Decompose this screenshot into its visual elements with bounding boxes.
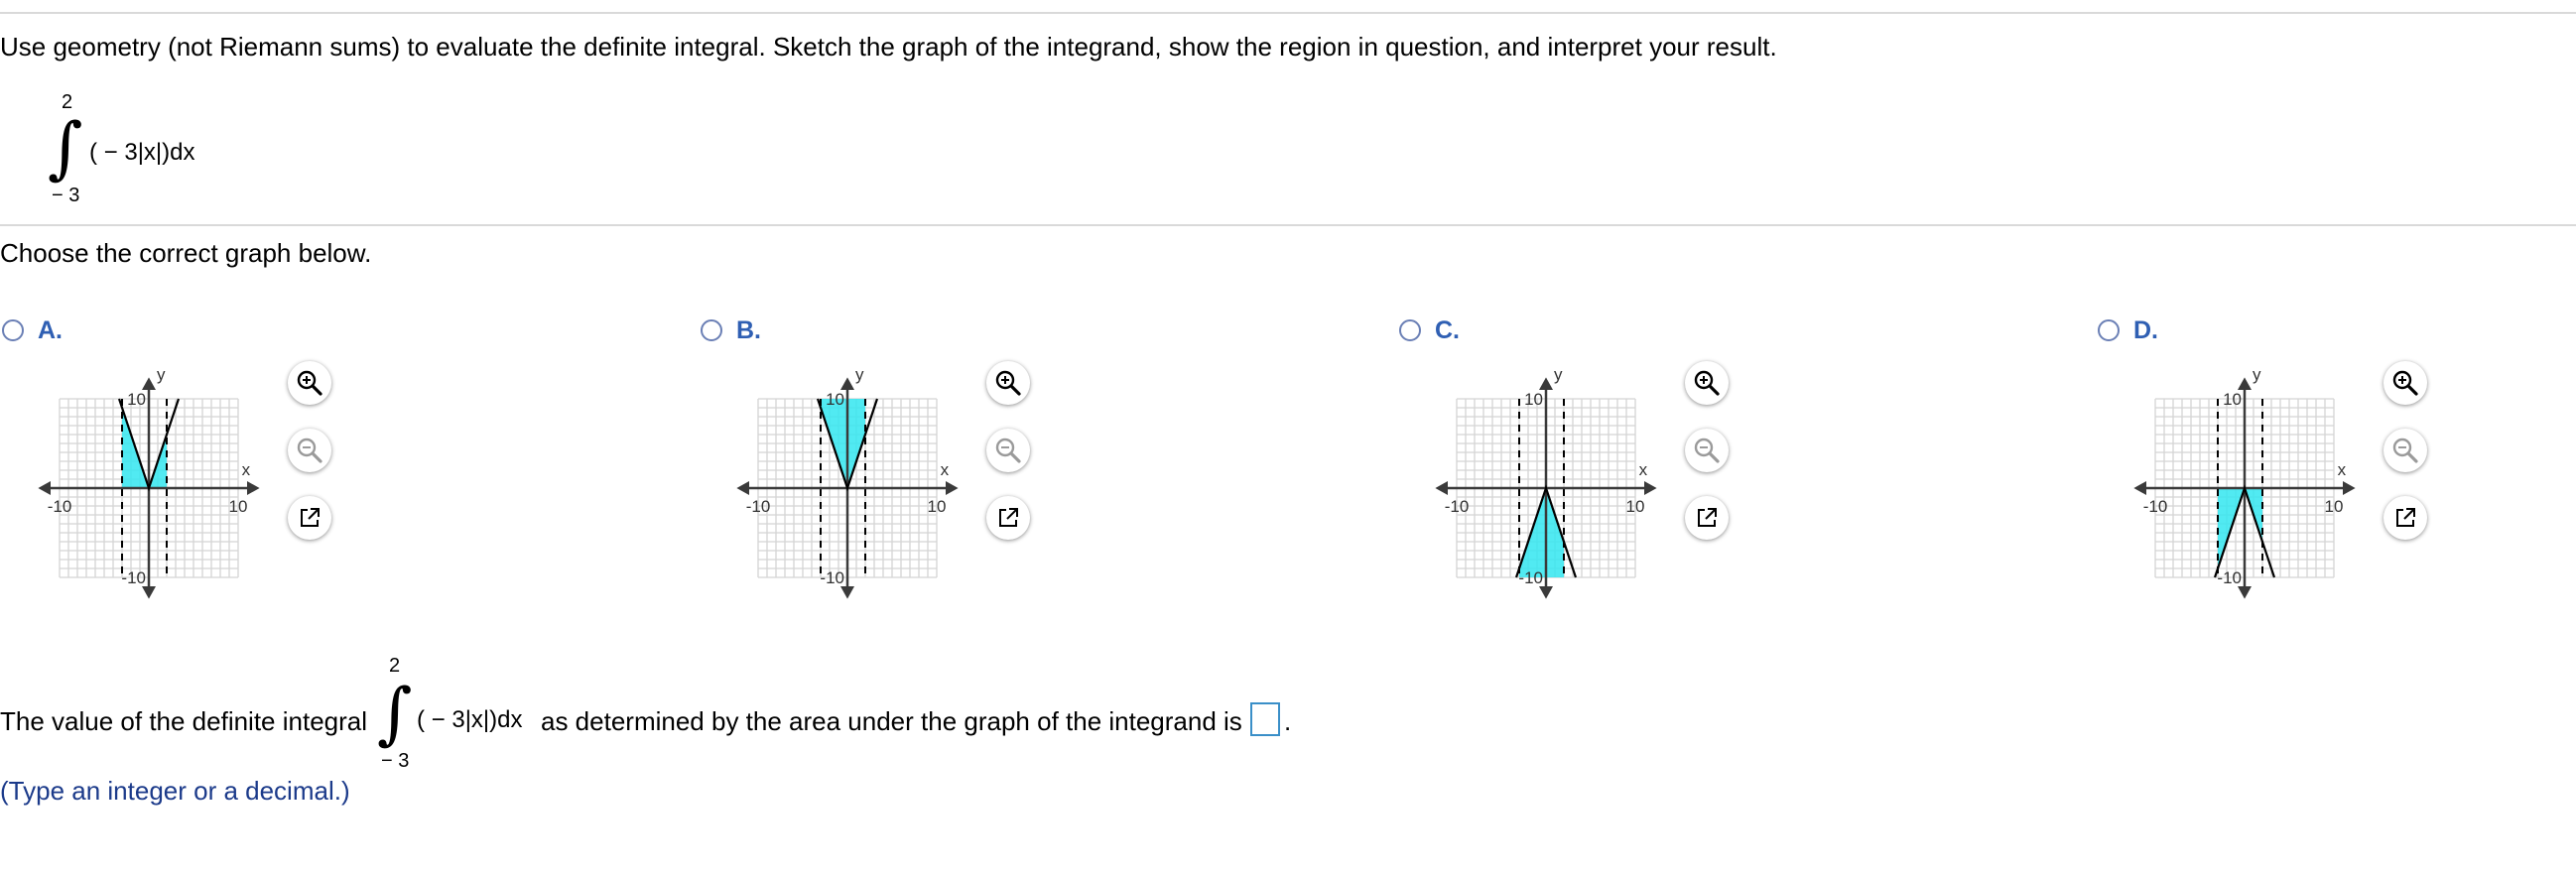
answer-integral-lower-limit: − 3: [381, 750, 410, 772]
zoom-out-button-d[interactable]: [2383, 429, 2427, 472]
option-label-c: C.: [1435, 315, 1460, 344]
zoom-in-button-c[interactable]: [1685, 361, 1729, 405]
zoom-out-icon: [1694, 438, 1720, 463]
x-axis-label: x: [2338, 460, 2347, 479]
y-max-label: 10: [826, 390, 844, 409]
zoom-out-icon: [297, 438, 322, 463]
question-integral: 2 ∫ ( − 3|x|)dx − 3: [0, 87, 238, 210]
graph-svg-a: y x -10 10 10 -10: [38, 365, 260, 599]
graph-option-c: y x -10 10 10 -10: [1419, 353, 1677, 613]
option-label-a: A.: [38, 315, 63, 344]
x-min-label: -10: [1445, 497, 1470, 516]
popout-icon: [301, 508, 320, 527]
y-min-label: -10: [820, 568, 844, 587]
option-label-d: D.: [2133, 315, 2158, 344]
answer-input[interactable]: [1250, 702, 1280, 736]
popout-icon: [999, 508, 1018, 527]
x-min-label: -10: [746, 497, 771, 516]
graph-svg-d: y x -10 10 10 -10: [2133, 365, 2356, 599]
x-max-label: 10: [1626, 497, 1645, 516]
zoom-in-button-a[interactable]: [288, 361, 331, 405]
zoom-in-button-b[interactable]: [986, 361, 1030, 405]
popout-button-d[interactable]: [2383, 496, 2427, 540]
graph-option-d: y x -10 10 10 -10: [2118, 353, 2376, 613]
x-max-label: 10: [928, 497, 947, 516]
graph-svg-b: y x -10 10 10 -10: [736, 365, 959, 599]
radio-button-c[interactable]: [1399, 319, 1421, 341]
y-max-label: 10: [2223, 390, 2242, 409]
y-min-label: -10: [121, 568, 146, 587]
zoom-out-button-b[interactable]: [986, 429, 1030, 472]
y-axis-label: y: [855, 365, 864, 384]
graph-option-b: y x -10 10 10 -10: [720, 353, 978, 613]
zoom-out-button-a[interactable]: [288, 429, 331, 472]
y-min-label: -10: [1518, 568, 1543, 587]
radio-button-b[interactable]: [701, 319, 722, 341]
question-instruction: Use geometry (not Riemann sums) to evalu…: [0, 32, 1777, 62]
popout-button-b[interactable]: [986, 496, 1030, 540]
option-b[interactable]: B.: [701, 313, 761, 347]
zoom-in-icon: [297, 370, 322, 396]
popout-button-a[interactable]: [288, 496, 331, 540]
zoom-in-icon: [2392, 370, 2418, 396]
x-axis-label: x: [1639, 460, 1648, 479]
x-axis-label: x: [242, 460, 251, 479]
radio-button-a[interactable]: [2, 319, 24, 341]
answer-period: .: [1284, 706, 1292, 736]
choose-prompt: Choose the correct graph below.: [0, 238, 372, 268]
answer-sentence-prefix: The value of the definite integral: [0, 706, 368, 736]
radio-button-d[interactable]: [2098, 319, 2120, 341]
graph-svg-c: y x -10 10 10 -10: [1435, 365, 1657, 599]
zoom-out-icon: [2392, 438, 2418, 463]
y-max-label: 10: [1524, 390, 1543, 409]
popout-icon: [2396, 508, 2415, 527]
answer-integral-expression: ( − 3|x|)dx: [417, 706, 523, 733]
y-min-label: -10: [2217, 568, 2242, 587]
y-axis-label: y: [1554, 365, 1563, 384]
integral-lower-limit: − 3: [52, 185, 80, 206]
top-divider: [0, 12, 2576, 14]
answer-integral: 2 ∫ ( − 3|x|)dx − 3: [367, 651, 546, 774]
zoom-in-button-d[interactable]: [2383, 361, 2427, 405]
x-min-label: -10: [2143, 497, 2168, 516]
option-c[interactable]: C.: [1399, 313, 1460, 347]
popout-icon: [1698, 508, 1717, 527]
option-a[interactable]: A.: [2, 313, 63, 347]
integral-expression: ( − 3|x|)dx: [89, 139, 195, 166]
x-axis-label: x: [941, 460, 950, 479]
answer-sentence-suffix: as determined by the area under the grap…: [541, 706, 1242, 736]
popout-button-c[interactable]: [1685, 496, 1729, 540]
y-max-label: 10: [127, 390, 146, 409]
y-axis-label: y: [157, 365, 166, 384]
zoom-out-icon: [995, 438, 1021, 463]
option-label-b: B.: [736, 315, 761, 344]
integral-sign: ∫: [48, 109, 83, 188]
answer-hint: (Type an integer or a decimal.): [0, 776, 350, 806]
zoom-in-icon: [995, 370, 1021, 396]
y-axis-label: y: [2253, 365, 2261, 384]
graph-option-a: y x -10 10 10 -10: [22, 353, 280, 613]
x-max-label: 10: [2325, 497, 2344, 516]
x-max-label: 10: [229, 497, 248, 516]
section-divider: [0, 224, 2576, 226]
answer-integral-sign: ∫: [377, 675, 413, 753]
x-min-label: -10: [48, 497, 72, 516]
option-d[interactable]: D.: [2098, 313, 2158, 347]
zoom-out-button-c[interactable]: [1685, 429, 1729, 472]
zoom-in-icon: [1694, 370, 1720, 396]
